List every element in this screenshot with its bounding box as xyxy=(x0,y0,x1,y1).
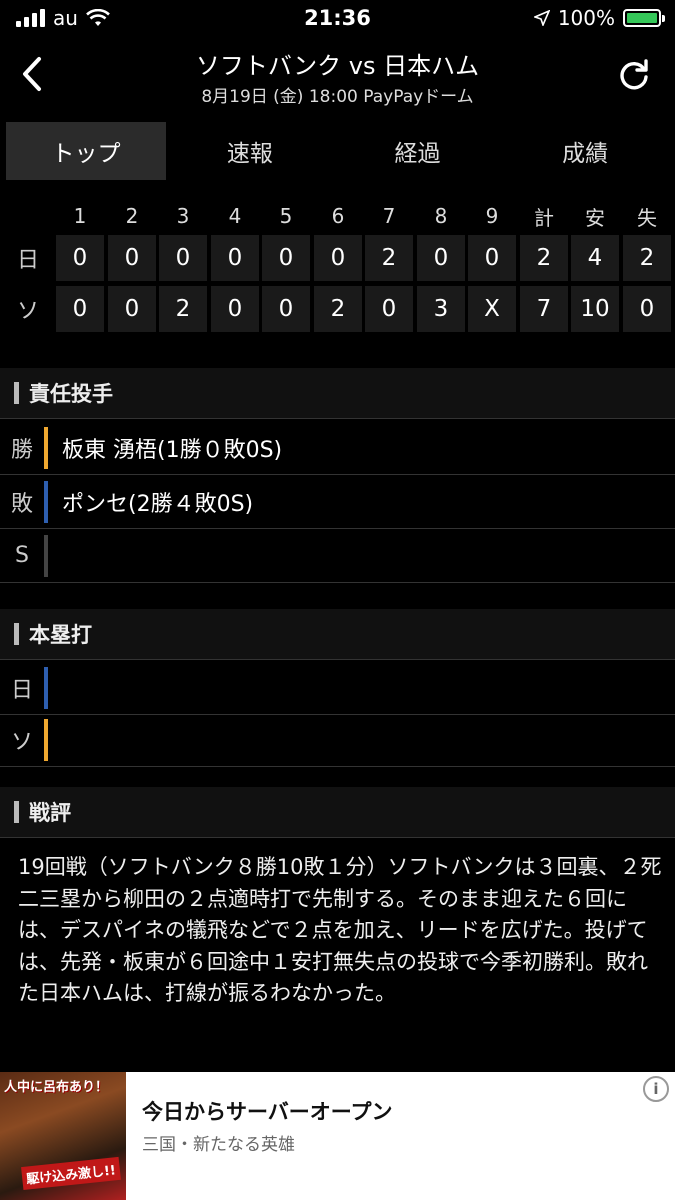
team-color-stripe xyxy=(44,426,48,469)
status-bar: au 21:36 100% xyxy=(0,0,675,38)
pitcher-row-save: S xyxy=(0,529,675,583)
score-cell: 0 xyxy=(108,235,156,281)
section-title: 本塁打 xyxy=(29,623,92,647)
hits-header: 安 xyxy=(585,205,605,230)
inning-header: 9 xyxy=(485,204,499,228)
team-color-stripe xyxy=(44,666,48,709)
ad-banner[interactable]: 人中に呂布あり！ 駆け込み激し!! 今日からサーバーオープン 三国・新たなる英雄… xyxy=(0,1072,675,1200)
hits-cell: 4 xyxy=(571,235,619,281)
team-label: 日 xyxy=(16,248,39,273)
inning-header: 5 xyxy=(279,204,293,228)
errors-cell: 0 xyxy=(623,286,671,332)
location-arrow-icon xyxy=(533,10,550,26)
inning-header: 1 xyxy=(73,204,87,228)
row-key: 日 xyxy=(10,677,33,703)
row-key: ソ xyxy=(10,729,33,755)
inning-header: 7 xyxy=(382,204,396,228)
scoreboard-header: 1 2 3 4 5 6 7 8 9 計 安 失 xyxy=(0,200,675,232)
section-header-pitchers: 責任投手 xyxy=(0,368,675,419)
pitcher-name: 板東 湧梧(1勝０敗0S) xyxy=(62,437,283,463)
score-cell: 0 xyxy=(159,235,207,281)
refresh-button[interactable] xyxy=(613,54,655,96)
page-title: ソフトバンク vs 日本ハム xyxy=(195,52,480,80)
row-key: 勝 xyxy=(10,437,33,463)
homerun-row-softbank: ソ xyxy=(0,713,675,767)
info-icon[interactable]: i xyxy=(643,1076,669,1102)
section-marker xyxy=(14,623,19,645)
section-header-homeruns: 本塁打 xyxy=(0,609,675,660)
section-title: 責任投手 xyxy=(29,382,113,406)
score-cell: 0 xyxy=(417,235,465,281)
row-key: 敗 xyxy=(10,491,33,517)
section-title: 戦評 xyxy=(29,801,71,825)
tab-progress[interactable]: 経過 xyxy=(334,122,502,180)
team-color-stripe xyxy=(44,534,48,577)
pitcher-name: ポンセ(2勝４敗0S) xyxy=(62,491,254,517)
homerun-row-nipponham: 日 xyxy=(0,661,675,715)
battery-icon xyxy=(623,9,665,27)
game-review-text: 19回戦（ソフトバンク８勝10敗１分）ソフトバンクは３回裏、２死二三塁から柳田の… xyxy=(18,855,662,1005)
score-cell: 0 xyxy=(262,235,310,281)
score-cell: 0 xyxy=(211,235,259,281)
battery-percent: 100% xyxy=(557,6,615,30)
pitcher-row-loss: 敗 ポンセ(2勝４敗0S) xyxy=(0,475,675,529)
score-cell: 2 xyxy=(365,235,413,281)
total-cell: 7 xyxy=(520,286,568,332)
ad-image-badge: 駆け込み激し!! xyxy=(21,1156,121,1191)
section-header-review: 戦評 xyxy=(0,787,675,838)
section-marker xyxy=(14,382,19,404)
ad-title[interactable]: 今日からサーバーオープン xyxy=(142,1096,393,1126)
total-header: 計 xyxy=(534,205,554,230)
score-cell: 0 xyxy=(468,235,516,281)
hits-cell: 10 xyxy=(571,286,619,332)
game-datetime-venue: 8月19日 (金) 18:00 PayPayドーム xyxy=(201,87,474,107)
refresh-icon xyxy=(620,59,648,90)
inning-header: 2 xyxy=(125,204,139,228)
score-cell: 0 xyxy=(262,286,310,332)
score-row-nipponham: 日 0 0 0 0 0 0 2 0 0 2 4 2 xyxy=(0,235,675,281)
team-color-stripe xyxy=(44,718,48,761)
score-cell: 2 xyxy=(314,286,362,332)
section-marker xyxy=(14,801,19,823)
score-cell: 0 xyxy=(314,235,362,281)
row-key: S xyxy=(15,543,29,568)
nav-bar: ソフトバンク vs 日本ハム 8月19日 (金) 18:00 PayPayドーム xyxy=(0,40,675,112)
score-cell: 3 xyxy=(417,286,465,332)
score-cell: 2 xyxy=(159,286,207,332)
ad-subtitle: 三国・新たなる英雄 xyxy=(142,1135,295,1155)
score-cell: X xyxy=(468,286,516,332)
team-label: ソ xyxy=(16,299,39,324)
inning-header: 3 xyxy=(176,204,190,228)
score-cell: 0 xyxy=(56,286,104,332)
inning-header: 6 xyxy=(331,204,345,228)
score-row-softbank: ソ 0 0 2 0 0 2 0 3 X 7 10 0 xyxy=(0,286,675,332)
tab-bar: トップ 速報 経過 成績 xyxy=(6,122,669,180)
ad-image[interactable]: 人中に呂布あり！ 駆け込み激し!! xyxy=(0,1072,126,1200)
total-cell: 2 xyxy=(520,235,568,281)
inning-header: 4 xyxy=(228,204,242,228)
ad-image-caption: 人中に呂布あり！ xyxy=(4,1080,109,1095)
tab-stats[interactable]: 成績 xyxy=(501,122,669,180)
errors-cell: 2 xyxy=(623,235,671,281)
errors-header: 失 xyxy=(637,205,657,230)
pitcher-row-win: 勝 板東 湧梧(1勝０敗0S) xyxy=(0,421,675,475)
score-cell: 0 xyxy=(108,286,156,332)
score-cell: 0 xyxy=(211,286,259,332)
inning-header: 8 xyxy=(434,204,448,228)
score-cell: 0 xyxy=(56,235,104,281)
team-color-stripe xyxy=(44,480,48,523)
tab-top[interactable]: トップ xyxy=(6,122,166,180)
tab-live[interactable]: 速報 xyxy=(166,122,334,180)
score-cell: 0 xyxy=(365,286,413,332)
